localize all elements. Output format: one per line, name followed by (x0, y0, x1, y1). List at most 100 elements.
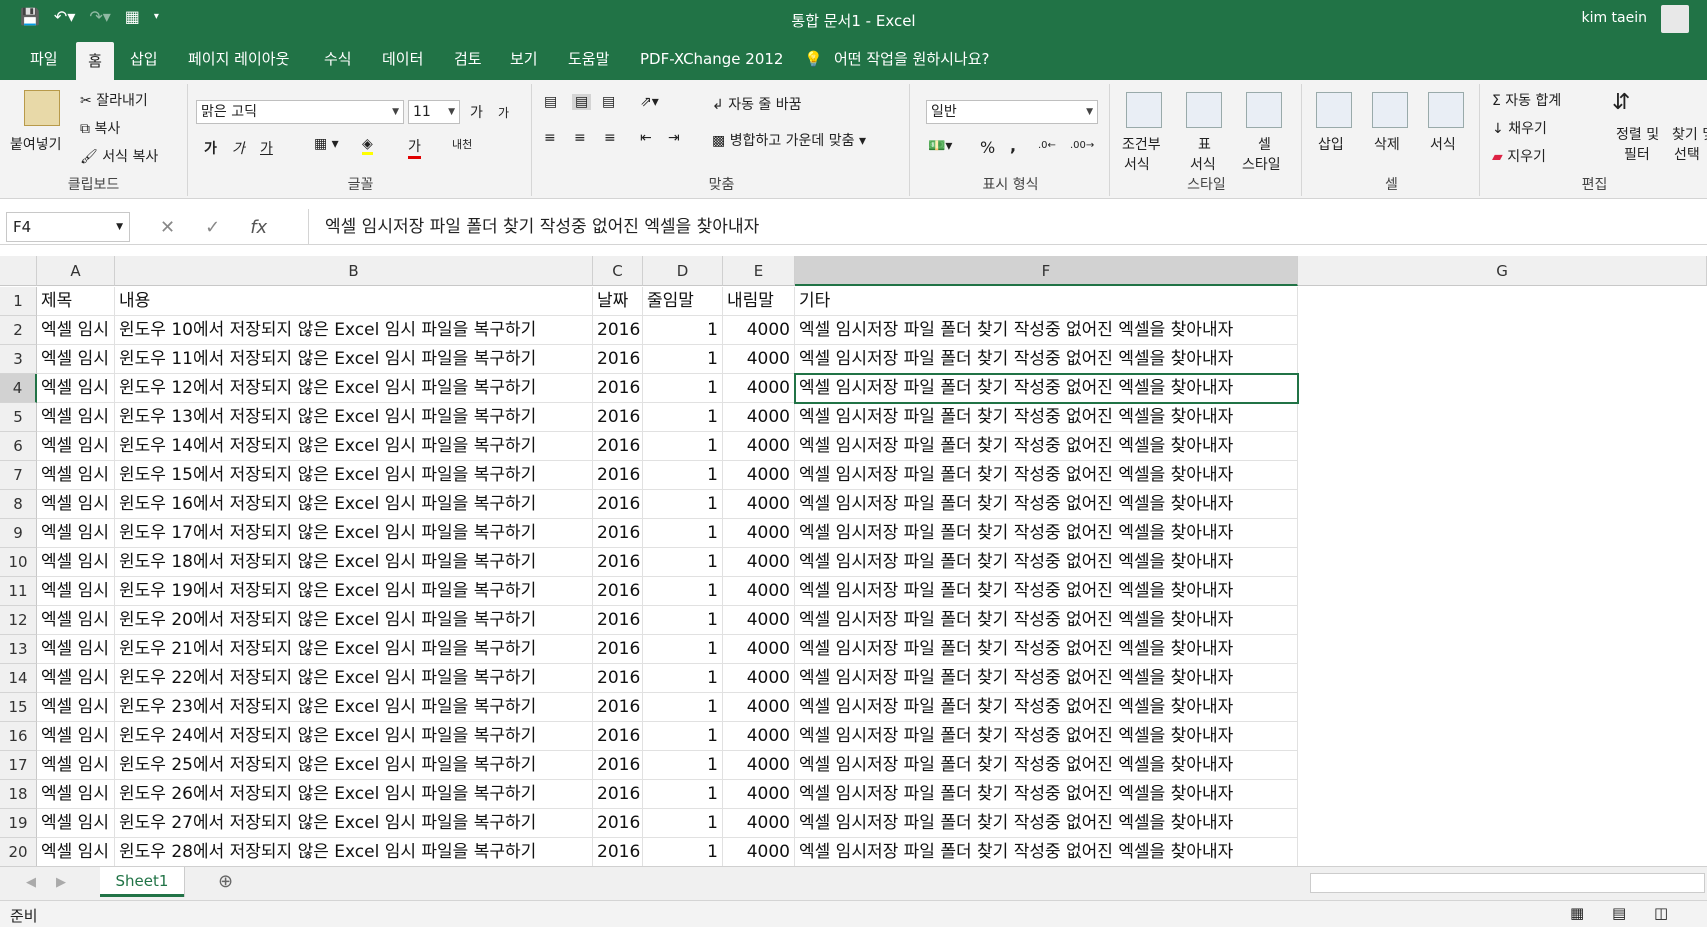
cell-f[interactable]: 엑셀 임시저장 파일 폴더 찾기 작성중 없어진 엑셀을 찾아내자 (795, 432, 1298, 461)
cell-d[interactable]: 1 (643, 316, 723, 345)
column-header-a[interactable]: A (37, 256, 115, 286)
format-table-icon[interactable] (1186, 92, 1222, 128)
cell-d[interactable]: 1 (643, 403, 723, 432)
cell-c[interactable]: 2016 (593, 374, 643, 403)
column-header-d[interactable]: D (643, 256, 723, 286)
clear-button[interactable]: ▰ 지우기 (1492, 146, 1546, 166)
cell-c[interactable]: 2016 (593, 664, 643, 693)
cell-d[interactable]: 1 (643, 693, 723, 722)
cell-f[interactable]: 엑셀 임시저장 파일 폴더 찾기 작성중 없어진 엑셀을 찾아내자 (795, 374, 1298, 403)
cell-e[interactable]: 4000 (723, 432, 795, 461)
sort-filter-label[interactable]: 정렬 및 (1616, 124, 1659, 144)
cell-f[interactable]: 엑셀 임시저장 파일 폴더 찾기 작성중 없어진 엑셀을 찾아내자 (795, 461, 1298, 490)
cell-b[interactable]: 윈도우 20에서 저장되지 않은 Excel 임시 파일을 복구하기 (115, 606, 593, 635)
delete-cells-icon[interactable] (1372, 92, 1408, 128)
format-painter-button[interactable]: 🖌 서식 복사 (80, 146, 158, 166)
conditional-format-label2[interactable]: 서식 (1124, 154, 1150, 174)
cell-e[interactable]: 4000 (723, 693, 795, 722)
cell-c[interactable]: 2016 (593, 780, 643, 809)
formula-input[interactable]: 엑셀 임시저장 파일 폴더 찾기 작성중 없어진 엑셀을 찾아내자 (308, 209, 1707, 245)
tab-data[interactable]: 데이터 (374, 38, 431, 80)
tab-view[interactable]: 보기 (502, 38, 546, 80)
copy-button[interactable]: ⧉ 복사 (80, 118, 120, 138)
align-center-icon[interactable]: ≡ (574, 130, 586, 146)
cell-a[interactable]: 엑셀 임시 (37, 548, 115, 577)
tab-page-layout[interactable]: 페이지 레이아웃 (180, 38, 297, 80)
worksheet-grid[interactable]: A B C D E F G 1 제목 내용 날짜 줄임말 내림말 기타 2 엑셀 임시 윈도우 10에서 저장되… (0, 256, 1707, 866)
header-cell-c[interactable]: 날짜 (593, 287, 643, 316)
row-header[interactable]: 20 (0, 838, 37, 866)
insert-function-button[interactable]: fx (250, 217, 267, 238)
cell-f[interactable]: 엑셀 임시저장 파일 폴더 찾기 작성중 없어진 엑셀을 찾아내자 (795, 548, 1298, 577)
cell-d[interactable]: 1 (643, 635, 723, 664)
align-top-icon[interactable]: ▤ (544, 94, 557, 110)
cell-e[interactable]: 4000 (723, 838, 795, 866)
cell-f[interactable]: 엑셀 임시저장 파일 폴더 찾기 작성중 없어진 엑셀을 찾아내자 (795, 664, 1298, 693)
cell-f[interactable]: 엑셀 임시저장 파일 폴더 찾기 작성중 없어진 엑셀을 찾아내자 (795, 606, 1298, 635)
tab-formulas[interactable]: 수식 (316, 38, 360, 80)
orientation-icon[interactable]: ⇗▾ (640, 94, 659, 110)
page-break-view-icon[interactable]: ◫ (1654, 904, 1668, 922)
name-box[interactable]: F4 ▼ (6, 212, 130, 242)
cell-e[interactable]: 4000 (723, 722, 795, 751)
sort-filter-label2[interactable]: 필터 (1624, 144, 1650, 164)
row-header[interactable]: 1 (0, 287, 37, 316)
user-name[interactable]: kim taein (1581, 10, 1647, 26)
header-cell-e[interactable]: 내림말 (723, 287, 795, 316)
row-header[interactable]: 5 (0, 403, 37, 432)
cell-b[interactable]: 윈도우 17에서 저장되지 않은 Excel 임시 파일을 복구하기 (115, 519, 593, 548)
cell-d[interactable]: 1 (643, 519, 723, 548)
cell-d[interactable]: 1 (643, 809, 723, 838)
cell-b[interactable]: 윈도우 11에서 저장되지 않은 Excel 임시 파일을 복구하기 (115, 345, 593, 374)
cell-e[interactable]: 4000 (723, 664, 795, 693)
cell-f[interactable]: 엑셀 임시저장 파일 폴더 찾기 작성중 없어진 엑셀을 찾아내자 (795, 490, 1298, 519)
cell-c[interactable]: 2016 (593, 693, 643, 722)
cell-styles-label2[interactable]: 스타일 (1242, 154, 1281, 174)
cell-c[interactable]: 2016 (593, 577, 643, 606)
cell-b[interactable]: 윈도우 13에서 저장되지 않은 Excel 임시 파일을 복구하기 (115, 403, 593, 432)
tab-pdf-xchange[interactable]: PDF-XChange 2012 (632, 38, 791, 80)
cell-a[interactable]: 엑셀 임시 (37, 751, 115, 780)
tab-home[interactable]: 홈 (76, 42, 114, 80)
column-header-g[interactable]: G (1298, 256, 1707, 286)
cell-c[interactable]: 2016 (593, 838, 643, 866)
cell-f[interactable]: 엑셀 임시저장 파일 폴더 찾기 작성중 없어진 엑셀을 찾아내자 (795, 519, 1298, 548)
cell-b[interactable]: 윈도우 27에서 저장되지 않은 Excel 임시 파일을 복구하기 (115, 809, 593, 838)
increase-decimal-icon[interactable]: .0← (1038, 140, 1056, 151)
cell-e[interactable]: 4000 (723, 316, 795, 345)
delete-cells-button[interactable]: 삭제 (1374, 134, 1400, 154)
cell-b[interactable]: 윈도우 28에서 저장되지 않은 Excel 임시 파일을 복구하기 (115, 838, 593, 866)
cell-c[interactable]: 2016 (593, 751, 643, 780)
cell-e[interactable]: 4000 (723, 809, 795, 838)
cell-c[interactable]: 2016 (593, 809, 643, 838)
cell-c[interactable]: 2016 (593, 548, 643, 577)
sheet-tab-sheet1[interactable]: Sheet1 (100, 867, 184, 897)
cell-c[interactable]: 2016 (593, 722, 643, 751)
cell-d[interactable]: 1 (643, 722, 723, 751)
column-header-f[interactable]: F (795, 256, 1298, 286)
column-header-b[interactable]: B (115, 256, 593, 286)
format-cells-button[interactable]: 서식 (1430, 134, 1456, 154)
cell-d[interactable]: 1 (643, 751, 723, 780)
cell-a[interactable]: 엑셀 임시 (37, 722, 115, 751)
font-color-button[interactable]: 가 (408, 136, 421, 159)
row-header[interactable]: 10 (0, 548, 37, 577)
cell-c[interactable]: 2016 (593, 635, 643, 664)
cell-b[interactable]: 윈도우 21에서 저장되지 않은 Excel 임시 파일을 복구하기 (115, 635, 593, 664)
cell-c[interactable]: 2016 (593, 606, 643, 635)
cell-d[interactable]: 1 (643, 432, 723, 461)
row-header[interactable]: 9 (0, 519, 37, 548)
cell-e[interactable]: 4000 (723, 635, 795, 664)
cell-d[interactable]: 1 (643, 345, 723, 374)
cell-d[interactable]: 1 (643, 374, 723, 403)
italic-button[interactable]: 가 (232, 138, 245, 158)
cell-c[interactable]: 2016 (593, 345, 643, 374)
find-select-label2[interactable]: 선택 (1674, 144, 1700, 164)
cell-d[interactable]: 1 (643, 606, 723, 635)
comma-button[interactable]: , (1010, 136, 1016, 155)
row-header[interactable]: 8 (0, 490, 37, 519)
paste-icon[interactable] (24, 90, 60, 126)
cell-f[interactable]: 엑셀 임시저장 파일 폴더 찾기 작성중 없어진 엑셀을 찾아내자 (795, 838, 1298, 866)
column-header-c[interactable]: C (593, 256, 643, 286)
cell-d[interactable]: 1 (643, 664, 723, 693)
